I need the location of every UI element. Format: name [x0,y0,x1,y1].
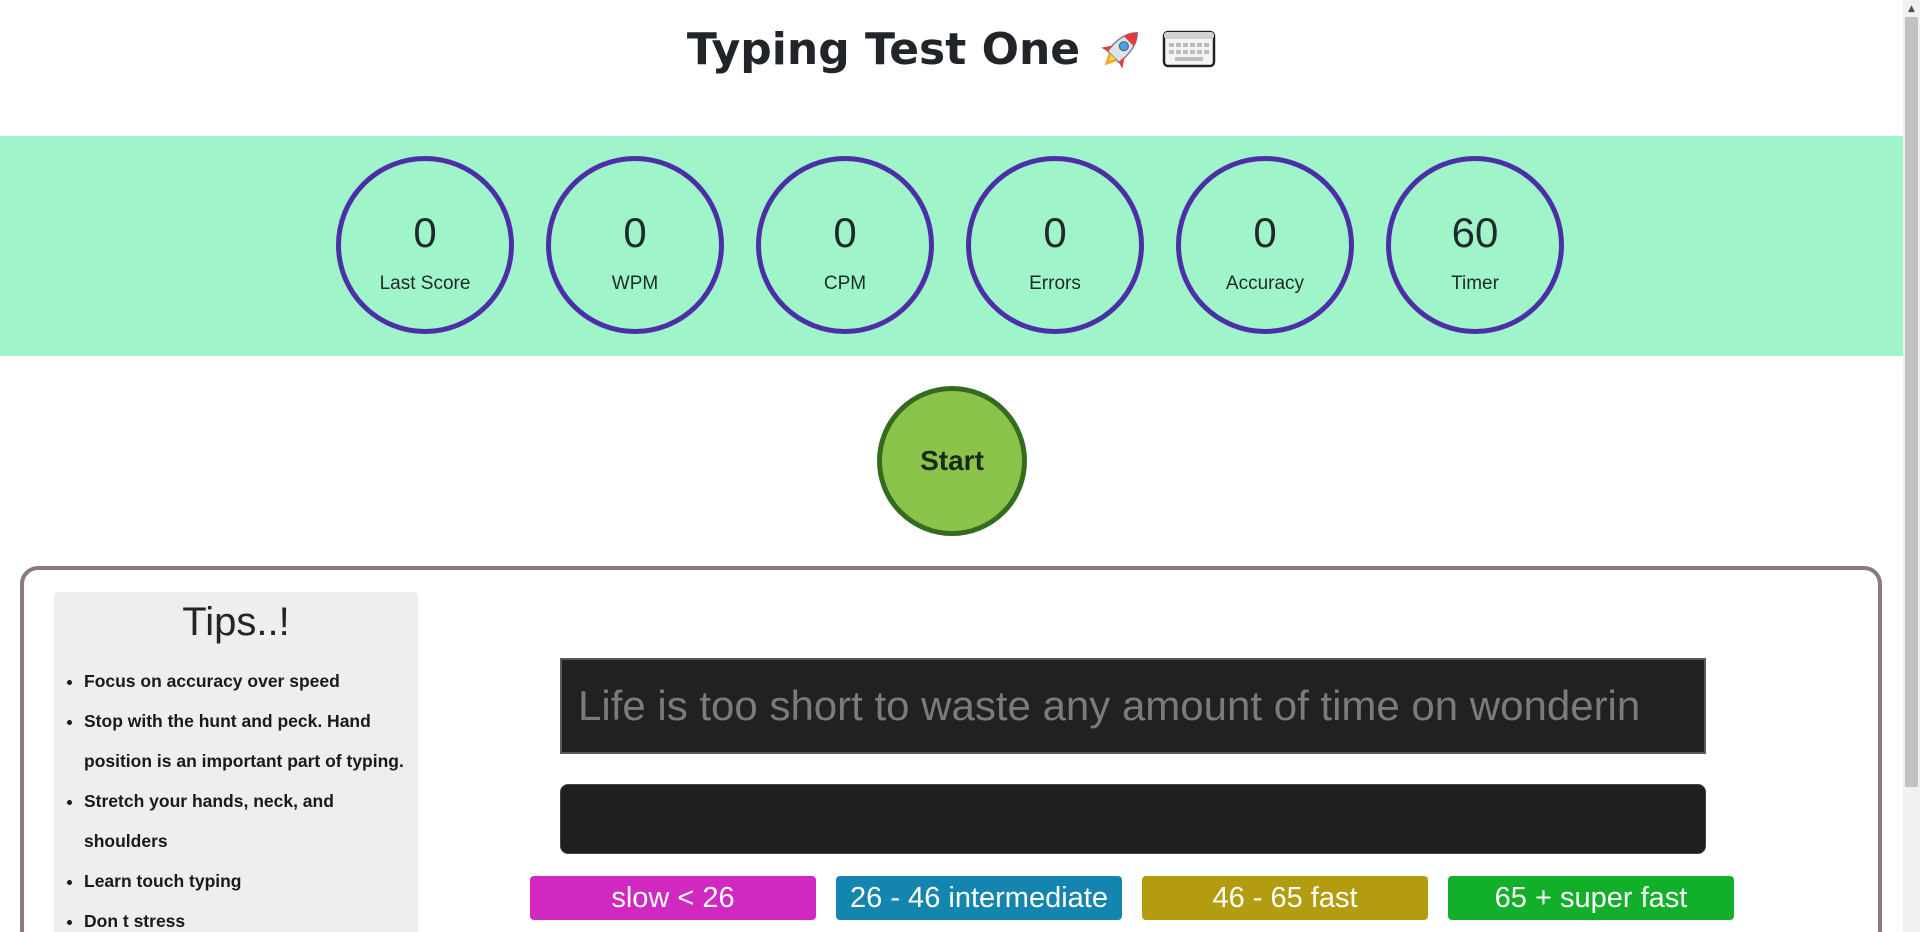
tips-title: Tips..! [182,600,290,644]
stat-value: 0 [833,209,857,256]
tips-box: Tips..! Focus on accuracy over speed Sto… [54,592,418,932]
stats-panel: 0 Last Score 0 WPM 0 CPM 0 Errors 0 Accu… [0,136,1903,356]
stat-accuracy: 0 Accuracy [1176,156,1354,334]
legend-label: 46 - 65 fast [1212,881,1358,914]
tips-list: Focus on accuracy over speed Stop with t… [54,661,418,932]
stat-timer: 60 Timer [1386,156,1564,334]
page-title: Typing Test One [687,22,1216,76]
stat-errors: 0 Errors [966,156,1144,334]
tip-item: Stretch your hands, neck, and shoulders [84,781,416,861]
legend-fast: 46 - 65 fast [1142,876,1428,920]
stat-value: 0 [413,209,437,256]
legend-label: 26 - 46 intermediate [850,881,1108,914]
stat-value: 0 [1253,209,1277,256]
tip-item: Focus on accuracy over speed [84,661,416,701]
stat-value: 0 [1043,209,1067,256]
scroll-up-arrow-icon[interactable]: ▲ [1903,0,1920,17]
stat-label: Last Score [379,273,471,294]
scrollbar[interactable]: ▲ [1903,0,1920,932]
start-button[interactable]: Start [877,386,1027,536]
title-text: Typing Test One [686,23,1081,75]
page: Typing Test One 0 Last Score 0 WPM 0 CPM… [0,0,1903,932]
keyboard-icon [1162,30,1216,68]
tip-item: Don t stress [84,901,416,932]
stat-wpm: 0 WPM [546,156,724,334]
scroll-thumb[interactable] [1905,17,1918,787]
typing-input[interactable] [560,784,1706,854]
stat-value: 0 [623,209,647,256]
header: Typing Test One [0,22,1903,92]
tip-item: Learn touch typing [84,861,416,901]
legend-label: slow < 26 [611,881,735,914]
legend-label: 65 + super fast [1494,881,1688,914]
stat-label: Timer [1451,273,1499,294]
legend-intermediate: 26 - 46 intermediate [836,876,1122,920]
stat-label: WPM [611,273,659,294]
tip-item: Stop with the hunt and peck. Hand positi… [84,701,416,781]
stat-last-score: 0 Last Score [336,156,514,334]
stat-value: 60 [1451,209,1499,256]
typing-panel: Tips..! Focus on accuracy over speed Sto… [20,566,1882,932]
quote-text: Life is too short to waste any amount of… [578,682,1641,729]
stat-label: Accuracy [1225,273,1305,294]
legend-super-fast: 65 + super fast [1448,876,1734,920]
stat-cpm: 0 CPM [756,156,934,334]
stat-label: Errors [1029,273,1081,294]
legend-slow: slow < 26 [530,876,816,920]
quote-display: Life is too short to waste any amount of… [560,658,1706,754]
rocket-icon [1101,31,1139,69]
stat-label: CPM [823,273,867,294]
